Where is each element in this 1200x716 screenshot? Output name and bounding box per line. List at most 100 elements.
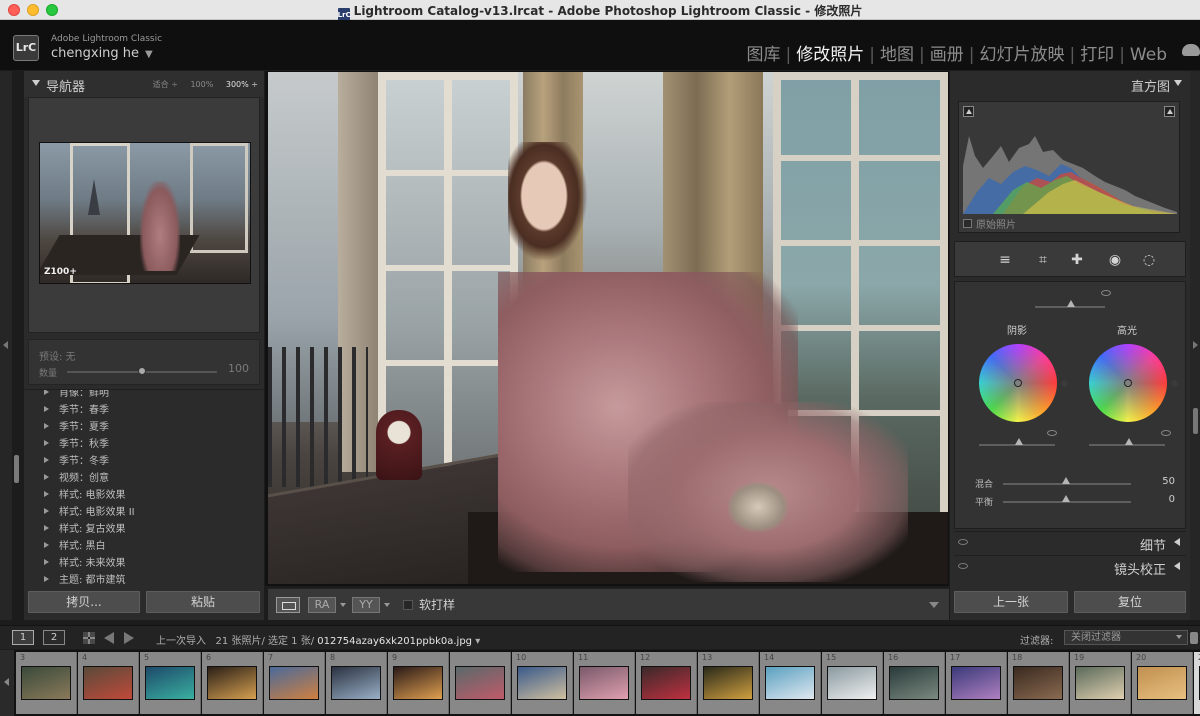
toolbar-menu-icon[interactable]: [929, 602, 939, 608]
shadows-luminance-thumb[interactable]: [1015, 438, 1023, 445]
preset-folder[interactable]: 肖像：鲜明: [44, 390, 109, 401]
highlights-color-wheel[interactable]: [1089, 344, 1167, 422]
chevron-down-icon[interactable]: [384, 603, 390, 607]
preset-folder[interactable]: 季节：秋季: [44, 435, 109, 452]
lens-section-header[interactable]: 镜头校正: [954, 555, 1186, 578]
shadow-clipping-icon[interactable]: [963, 106, 974, 117]
filmstrip-thumbnail[interactable]: 10: [512, 652, 573, 714]
previous-button[interactable]: 上一张: [954, 591, 1068, 613]
collapse-right-icon[interactable]: [1193, 341, 1198, 349]
shadows-color-wheel[interactable]: [979, 344, 1057, 422]
preset-folder[interactable]: 季节：夏季: [44, 418, 109, 435]
filmstrip-thumbnail[interactable]: 16: [884, 652, 945, 714]
filter-select[interactable]: 关闭过滤器: [1064, 630, 1188, 645]
copy-settings-button[interactable]: 拷贝...: [28, 591, 140, 613]
navigator-thumbnail[interactable]: Z100+: [39, 142, 251, 284]
soft-proof-checkbox[interactable]: [403, 600, 413, 610]
filmstrip-thumbnail[interactable]: 4: [78, 652, 139, 714]
eye-icon[interactable]: [958, 563, 968, 569]
module-tab-2[interactable]: 地图: [875, 40, 919, 65]
filmstrip-thumbnail[interactable]: 3: [16, 652, 77, 714]
filmstrip-thumbnail[interactable]: 15: [822, 652, 883, 714]
histogram[interactable]: 原始照片: [958, 101, 1180, 233]
highlights-wheel-handle[interactable]: [1124, 379, 1132, 387]
crop-icon[interactable]: ⌗: [1033, 250, 1053, 270]
blend-slider-thumb[interactable]: [1062, 477, 1070, 484]
preset-folder[interactable]: 样式: 电影效果 II: [44, 503, 135, 520]
collapse-left-icon[interactable]: [3, 341, 8, 349]
lock-icon[interactable]: [1190, 632, 1198, 644]
blend-value[interactable]: 50: [1145, 476, 1175, 487]
user-menu[interactable]: chengxing he ▼: [51, 46, 153, 61]
module-tab-5[interactable]: 打印: [1075, 40, 1119, 65]
filmstrip-thumbnail[interactable]: 5: [140, 652, 201, 714]
filmstrip-thumbnail[interactable]: 19: [1070, 652, 1131, 714]
filmstrip-thumbnail[interactable]: 20: [1132, 652, 1193, 714]
balance-slider-thumb[interactable]: [1062, 495, 1070, 502]
right-panel-scrollbar[interactable]: [1193, 408, 1198, 434]
filmstrip-thumbnail[interactable]: 21: [1194, 652, 1200, 714]
window-1-button[interactable]: 1: [12, 630, 34, 645]
left-panel-edge[interactable]: [0, 71, 12, 620]
window-2-button[interactable]: 2: [43, 630, 65, 645]
navigator-header[interactable]: 导航器 适合 ÷ 100% 300% ÷: [24, 71, 264, 97]
grid-view-icon[interactable]: [83, 632, 95, 644]
original-photo-checkbox[interactable]: [963, 219, 972, 228]
module-tab-3[interactable]: 画册: [925, 40, 969, 65]
filmstrip-thumbnail[interactable]: 7: [264, 652, 325, 714]
left-panel-scrollbar[interactable]: [14, 455, 19, 483]
before-after-split-toggle[interactable]: YY: [352, 597, 380, 613]
filmstrip-thumbnail[interactable]: 14: [760, 652, 821, 714]
eye-icon[interactable]: [1047, 430, 1057, 436]
arrow-left-icon[interactable]: [104, 632, 114, 644]
arrow-right-icon[interactable]: [124, 632, 134, 644]
amount-slider-thumb[interactable]: [138, 367, 146, 375]
reset-button[interactable]: 复位: [1074, 591, 1186, 613]
filmstrip-thumbnail[interactable]: 8: [326, 652, 387, 714]
healing-icon[interactable]: ✚: [1067, 250, 1087, 270]
zoom-300[interactable]: 300% ÷: [226, 80, 258, 89]
eye-icon[interactable]: [1161, 430, 1171, 436]
preset-folder[interactable]: 样式: 黑白: [44, 537, 106, 554]
filmstrip-thumbnail[interactable]: 9: [388, 652, 449, 714]
paste-settings-button[interactable]: 粘贴: [146, 591, 260, 613]
eye-icon[interactable]: [958, 539, 968, 545]
chevron-down-icon[interactable]: [340, 603, 346, 607]
preset-folder[interactable]: 样式: 电影效果: [44, 486, 126, 503]
main-photo[interactable]: [268, 72, 948, 584]
preset-folder[interactable]: 季节：春季: [44, 401, 109, 418]
histogram-header[interactable]: 直方图: [950, 71, 1190, 97]
filmstrip-thumbnail[interactable]: 12: [636, 652, 697, 714]
highlights-wheel-knob[interactable]: [1171, 380, 1178, 387]
module-tab-6[interactable]: Web: [1125, 45, 1172, 65]
filmstrip-thumbnail[interactable]: 17: [946, 652, 1007, 714]
preset-folder[interactable]: 主题: 都市建筑: [44, 571, 126, 585]
highlights-luminance-thumb[interactable]: [1125, 438, 1133, 445]
module-tab-0[interactable]: 图库: [742, 40, 786, 65]
before-after-toggle[interactable]: RA: [308, 597, 336, 613]
filmstrip-thumbnail[interactable]: 11: [574, 652, 635, 714]
shadows-wheel-handle[interactable]: [1014, 379, 1022, 387]
detail-section-header[interactable]: 细节: [954, 531, 1186, 554]
loupe-view-icon[interactable]: [276, 597, 300, 613]
preset-folder[interactable]: 视频：创意: [44, 469, 109, 486]
balance-value[interactable]: 0: [1145, 494, 1175, 505]
cloud-sync-icon[interactable]: [1182, 44, 1200, 56]
filmstrip-scroll-left[interactable]: [0, 650, 14, 716]
filmstrip-thumbnail[interactable]: 18: [1008, 652, 1069, 714]
preset-folder[interactable]: 样式: 未来效果: [44, 554, 126, 571]
preset-folder[interactable]: 季节：冬季: [44, 452, 109, 469]
filmstrip-thumbnail[interactable]: 13: [698, 652, 759, 714]
eye-icon[interactable]: [1101, 290, 1111, 296]
midtone-slider-thumb[interactable]: [1067, 300, 1075, 307]
filmstrip-thumbnail[interactable]: 6: [202, 652, 263, 714]
filmstrip-source-info[interactable]: 上一次导入 21 张照片/ 选定 1 张/ 012754azay6xk201pp…: [156, 632, 480, 647]
right-panel-edge[interactable]: [1190, 71, 1200, 620]
filmstrip-thumbnail[interactable]: [450, 652, 511, 714]
preset-folder[interactable]: 样式: 复古效果: [44, 520, 126, 537]
highlight-clipping-icon[interactable]: [1164, 106, 1175, 117]
sliders-icon[interactable]: ≡: [995, 250, 1015, 270]
module-tab-1[interactable]: 修改照片: [791, 40, 869, 65]
module-tab-4[interactable]: 幻灯片放映: [974, 40, 1069, 65]
red-eye-icon[interactable]: ◉: [1105, 250, 1125, 270]
